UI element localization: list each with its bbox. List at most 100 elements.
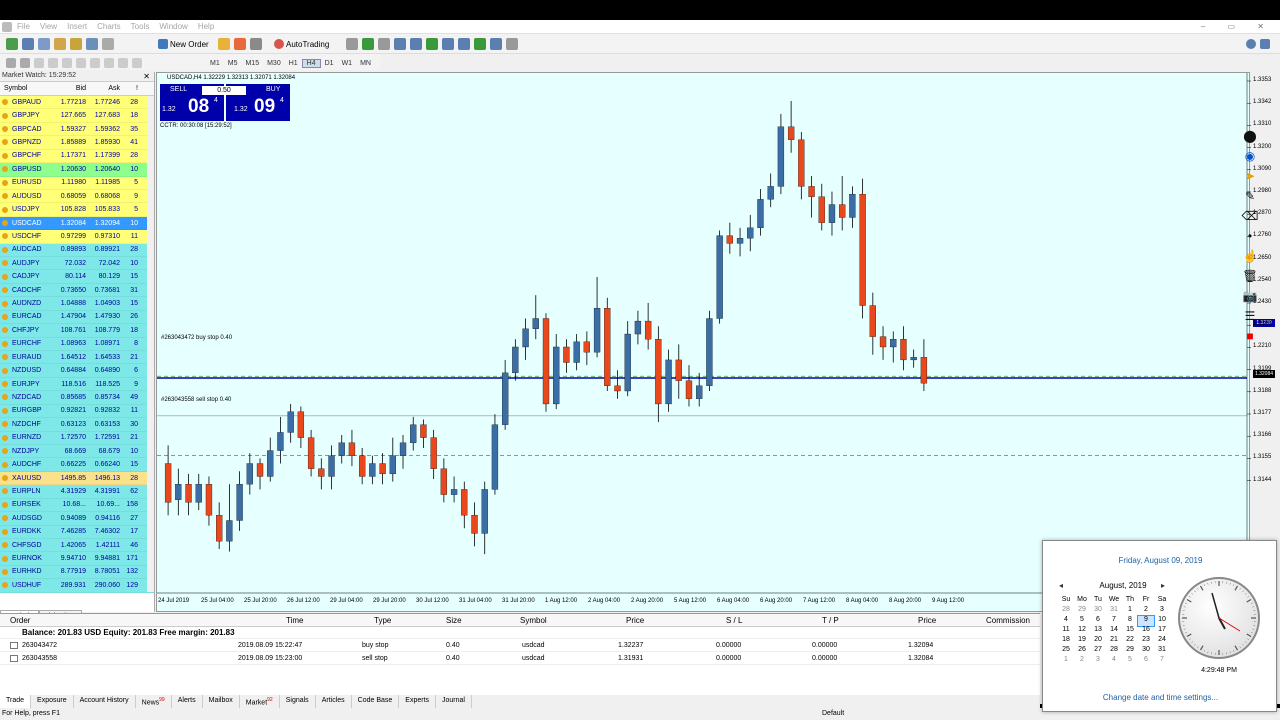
change-datetime-link[interactable]: Change date and time settings... bbox=[1043, 693, 1278, 702]
col-ask[interactable]: Ask bbox=[86, 85, 120, 92]
hand-icon[interactable]: ☝ bbox=[1242, 248, 1258, 264]
calendar-day[interactable]: 9 bbox=[1137, 615, 1155, 627]
chart-window[interactable]: USDCAD,H4 1.32229 1.32313 1.32071 1.3208… bbox=[156, 72, 1275, 613]
calendar-day[interactable]: 12 bbox=[1074, 626, 1090, 636]
window-controls[interactable]: – ▭ ✕ bbox=[1201, 22, 1274, 31]
table-row[interactable]: EURDKK 7.46285 7.46302 17 bbox=[0, 525, 154, 539]
status-profile[interactable]: Default bbox=[822, 708, 844, 720]
next-month-icon[interactable]: ▸ bbox=[1161, 581, 1165, 590]
timeframe-h4[interactable]: H4 bbox=[301, 58, 321, 68]
table-row[interactable]: EURCAD 1.47904 1.47930 26 bbox=[0, 310, 154, 325]
calendar-day[interactable]: 30 bbox=[1090, 606, 1106, 616]
autoscroll-icon[interactable] bbox=[442, 38, 454, 50]
metaeditor-icon[interactable] bbox=[218, 38, 230, 50]
trash-icon[interactable]: 🗑 bbox=[1242, 268, 1258, 284]
table-row[interactable]: EURGBP 0.92821 0.92832 11 bbox=[0, 404, 154, 419]
auto-trading-button[interactable]: AutoTrading bbox=[272, 37, 329, 51]
cursor-icon[interactable] bbox=[6, 58, 16, 68]
lot-size-input[interactable]: 0.50 bbox=[202, 86, 246, 95]
calendar-day[interactable]: 6 bbox=[1090, 616, 1106, 626]
menu-item-view[interactable]: View bbox=[35, 20, 62, 33]
navigator-icon[interactable] bbox=[70, 38, 82, 50]
table-row[interactable]: XAUUSD 1495.85 1496.13 28 bbox=[0, 471, 154, 486]
col-bid[interactable]: Bid bbox=[58, 85, 86, 92]
table-row[interactable]: EURSEK 10.68... 10.69... 158 bbox=[0, 498, 154, 513]
trendline-icon[interactable] bbox=[62, 58, 72, 68]
notes-icon[interactable]: ☰ bbox=[1242, 308, 1258, 324]
calendar-day[interactable]: 6 bbox=[1138, 656, 1154, 666]
timeframe-mn[interactable]: MN bbox=[356, 60, 375, 67]
order-row[interactable]: 263043472 2019.08.09 15:22:47 buy stop 0.40… bbox=[0, 639, 1040, 652]
tab-exposure[interactable]: Exposure bbox=[31, 695, 74, 708]
label-icon[interactable] bbox=[118, 58, 128, 68]
col-price[interactable]: Price bbox=[918, 616, 936, 625]
col-type[interactable]: Type bbox=[374, 616, 391, 625]
horizontal-line-icon[interactable] bbox=[48, 58, 58, 68]
calendar-day[interactable]: 2 bbox=[1074, 656, 1090, 666]
tab-experts[interactable]: Experts bbox=[399, 695, 437, 708]
menu-item-window[interactable]: Window bbox=[154, 20, 192, 33]
table-row[interactable]: CHFSGD 1.42065 1.42111 46 bbox=[0, 538, 154, 553]
calendar-day[interactable]: 14 bbox=[1106, 626, 1122, 636]
tile-windows-icon[interactable] bbox=[426, 38, 438, 50]
tab-articles[interactable]: Articles bbox=[316, 695, 352, 708]
camera-icon[interactable]: 📷 bbox=[1242, 288, 1258, 304]
new-chart-icon[interactable] bbox=[6, 38, 18, 50]
table-row[interactable]: EURHKD 8.77919 8.78051 132 bbox=[0, 565, 154, 580]
table-row[interactable]: EURUSD 1.11980 1.11985 5 bbox=[0, 176, 154, 190]
calendar-day[interactable]: 13 bbox=[1090, 626, 1106, 636]
timeframe-m30[interactable]: M30 bbox=[263, 60, 285, 67]
timeframe-m5[interactable]: M5 bbox=[224, 60, 242, 67]
market-watch-icon[interactable] bbox=[38, 38, 50, 50]
col-order[interactable]: Order bbox=[10, 616, 30, 625]
market-watch-scrollbar[interactable] bbox=[147, 96, 154, 592]
table-row[interactable]: AUDCHF 0.66225 0.66240 15 bbox=[0, 458, 154, 472]
tab-code-base[interactable]: Code Base bbox=[352, 695, 400, 708]
table-row[interactable]: USDCAD 1.32084 1.32094 10 bbox=[0, 216, 154, 231]
calendar-day[interactable]: 25 bbox=[1058, 646, 1074, 656]
calendar-day[interactable]: 4 bbox=[1106, 656, 1122, 666]
table-row[interactable]: EURAUD 1.64512 1.64533 21 bbox=[0, 351, 154, 365]
calendar-day[interactable]: 31 bbox=[1154, 646, 1170, 656]
table-row[interactable]: GBPJPY 127.665 127.683 18 bbox=[0, 109, 154, 123]
calendar-day[interactable]: 7 bbox=[1154, 656, 1170, 666]
table-row[interactable]: GBPAUD 1.77218 1.77246 28 bbox=[0, 96, 154, 110]
zoom-out-icon[interactable] bbox=[410, 38, 422, 50]
calendar-day[interactable]: 11 bbox=[1058, 626, 1074, 636]
indicators-icon[interactable] bbox=[474, 38, 486, 50]
line-chart-icon[interactable] bbox=[378, 38, 390, 50]
menu-item-tools[interactable]: Tools bbox=[126, 20, 155, 33]
timeframe-m15[interactable]: M15 bbox=[241, 60, 263, 67]
vps-icon[interactable] bbox=[250, 38, 262, 50]
col-time[interactable]: Time bbox=[286, 616, 303, 625]
col-symbol[interactable]: Symbol bbox=[520, 616, 547, 625]
calendar-day[interactable]: 5 bbox=[1122, 656, 1138, 666]
calendar-day[interactable]: 29 bbox=[1074, 606, 1090, 616]
table-row[interactable]: NZDCHF 0.63123 0.63153 30 bbox=[0, 418, 154, 432]
pencil-icon[interactable]: ✎ bbox=[1242, 188, 1258, 204]
fullscreen-icon[interactable] bbox=[1260, 39, 1270, 49]
eraser-icon[interactable]: ⌫ bbox=[1242, 208, 1259, 224]
calendar-day[interactable]: 2 bbox=[1138, 606, 1154, 616]
table-row[interactable]: AUDNZD 1.04888 1.04903 15 bbox=[0, 297, 154, 311]
calendar-day[interactable]: 1 bbox=[1122, 606, 1138, 616]
col-t-p[interactable]: T / P bbox=[822, 616, 839, 625]
chart-shift-icon[interactable] bbox=[458, 38, 470, 50]
tab-signals[interactable]: Signals bbox=[280, 695, 316, 708]
timeframe-h1[interactable]: H1 bbox=[285, 60, 302, 67]
table-row[interactable]: GBPUSD 1.20630 1.20640 10 bbox=[0, 163, 154, 177]
menu-item-file[interactable]: File bbox=[12, 20, 35, 33]
col-spread[interactable]: ! bbox=[120, 85, 138, 92]
price-chart[interactable] bbox=[157, 73, 1251, 613]
table-row[interactable]: CADCHF 0.73650 0.73681 31 bbox=[0, 283, 154, 298]
calendar-day[interactable]: 1 bbox=[1058, 656, 1074, 666]
calendar-day[interactable]: 18 bbox=[1058, 636, 1074, 646]
table-row[interactable]: USDCHF 0.97299 0.97310 11 bbox=[0, 230, 154, 244]
color-palette-icon[interactable]: ■ bbox=[1242, 328, 1258, 344]
calendar-day[interactable]: 19 bbox=[1074, 636, 1090, 646]
table-row[interactable]: AUDUSD 0.68059 0.68068 9 bbox=[0, 189, 154, 204]
table-row[interactable]: EURNZD 1.72570 1.72591 21 bbox=[0, 431, 154, 445]
templates-icon[interactable] bbox=[506, 38, 518, 50]
profiles-icon[interactable] bbox=[22, 38, 34, 50]
table-row[interactable]: EURJPY 118.516 118.525 9 bbox=[0, 377, 154, 392]
